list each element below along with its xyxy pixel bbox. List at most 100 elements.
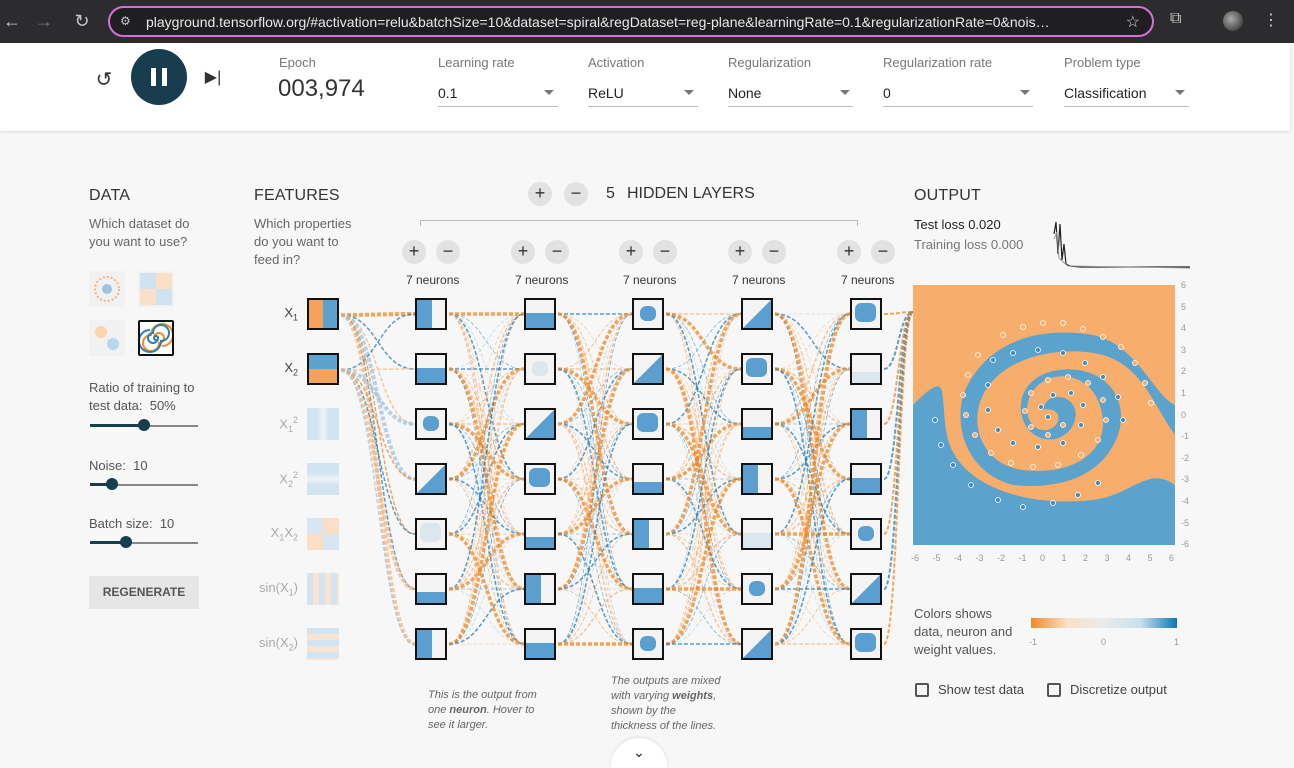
- y-tick: 4: [1181, 323, 1187, 334]
- hidden-layers-label: HIDDEN LAYERS: [627, 185, 755, 202]
- neuron[interactable]: [850, 353, 882, 385]
- neuron[interactable]: [741, 463, 773, 495]
- chevron-down-icon: ⌄: [633, 744, 645, 760]
- neuron[interactable]: [524, 353, 556, 385]
- neuron[interactable]: [850, 408, 882, 440]
- x-tick: 2: [1083, 553, 1089, 563]
- y-tick: -5: [1181, 517, 1190, 528]
- neuron[interactable]: [741, 298, 773, 330]
- training-loss: Training loss 0.000: [914, 237, 1024, 252]
- neuron[interactable]: [415, 628, 447, 660]
- neuron[interactable]: [850, 298, 882, 330]
- x-tick: 3: [1104, 553, 1110, 563]
- output-title: OUTPUT: [914, 187, 981, 204]
- neuron[interactable]: [524, 408, 556, 440]
- neuron[interactable]: [524, 518, 556, 550]
- layers-bracket: [420, 220, 858, 226]
- remove-neuron-button[interactable]: −: [545, 240, 569, 264]
- color-legend-gradient: [1031, 618, 1177, 628]
- neuron[interactable]: [741, 408, 773, 440]
- neuron-note: This is the output from one neuron. Hove…: [428, 689, 537, 731]
- x-tick: -2: [997, 553, 1006, 563]
- loss-curve-chart: [1053, 221, 1190, 269]
- neuron[interactable]: [741, 628, 773, 660]
- y-tick: 6: [1181, 280, 1187, 290]
- neuron[interactable]: [415, 408, 447, 440]
- add-neuron-button[interactable]: +: [619, 240, 643, 264]
- x-tick: 6: [1169, 553, 1175, 563]
- show-test-data-checkbox[interactable]: [915, 683, 929, 697]
- y-tick: 5: [1181, 301, 1187, 312]
- neuron[interactable]: [632, 628, 664, 660]
- training-loss-value: 0.000: [990, 237, 1024, 252]
- test-loss: Test loss 0.020: [914, 217, 1001, 232]
- neuron[interactable]: [850, 463, 882, 495]
- y-tick: -1: [1181, 431, 1190, 442]
- neuron[interactable]: [632, 298, 664, 330]
- x-tick: -6: [911, 553, 920, 563]
- layer-neuron-count: 7 neurons: [515, 273, 569, 287]
- y-tick: 1: [1181, 388, 1187, 398]
- y-tick: 3: [1181, 344, 1187, 355]
- x-tick: -4: [954, 553, 963, 563]
- neuron[interactable]: [524, 628, 556, 660]
- y-tick: 0: [1181, 409, 1187, 420]
- add-neuron-button[interactable]: +: [837, 240, 861, 264]
- remove-neuron-button[interactable]: −: [436, 240, 460, 264]
- neuron[interactable]: [632, 573, 664, 605]
- layer-neuron-count: 7 neurons: [732, 273, 786, 287]
- add-layer-button[interactable]: +: [528, 182, 552, 206]
- remove-layer-button[interactable]: −: [564, 182, 588, 206]
- add-neuron-button[interactable]: +: [728, 240, 752, 264]
- show-test-data-label: Show test data: [938, 682, 1024, 697]
- output-heatmap[interactable]: [913, 285, 1175, 545]
- y-tick: 2: [1181, 366, 1187, 377]
- add-neuron-button[interactable]: +: [511, 240, 535, 264]
- weights-note: The outputs are mixed with varying weigh…: [611, 675, 721, 732]
- layer-neuron-count: 7 neurons: [841, 273, 895, 287]
- x-tick: 1: [1061, 553, 1067, 563]
- remove-neuron-button[interactable]: −: [762, 240, 786, 264]
- x-tick: -3: [975, 553, 984, 563]
- y-tick: -3: [1181, 474, 1190, 485]
- neuron[interactable]: [415, 463, 447, 495]
- neuron[interactable]: [850, 518, 882, 550]
- neuron[interactable]: [524, 573, 556, 605]
- neuron[interactable]: [632, 518, 664, 550]
- neuron[interactable]: [415, 573, 447, 605]
- legend-tick-max: 1: [1174, 637, 1180, 647]
- x-tick: 5: [1147, 553, 1153, 563]
- add-neuron-button[interactable]: +: [402, 240, 426, 264]
- neuron[interactable]: [415, 518, 447, 550]
- discretize-output-checkbox[interactable]: [1047, 683, 1061, 697]
- layer-neuron-count: 7 neurons: [623, 273, 677, 287]
- neuron[interactable]: [741, 353, 773, 385]
- neuron[interactable]: [415, 298, 447, 330]
- neuron[interactable]: [741, 518, 773, 550]
- layer-neuron-count: 7 neurons: [406, 273, 460, 287]
- x-tick: 4: [1126, 553, 1132, 563]
- legend-tick-zero: 0: [1101, 637, 1107, 647]
- remove-neuron-button[interactable]: −: [653, 240, 677, 264]
- neuron[interactable]: [632, 408, 664, 440]
- neuron[interactable]: [632, 353, 664, 385]
- color-legend-text: Colors shows data, neuron and weight val…: [914, 606, 1013, 657]
- neuron[interactable]: [415, 353, 447, 385]
- y-tick: -2: [1181, 452, 1190, 463]
- test-loss-value: 0.020: [968, 217, 1001, 232]
- x-tick: 0: [1040, 553, 1046, 563]
- y-tick: -6: [1181, 539, 1190, 550]
- x-tick: -5: [932, 553, 941, 563]
- neuron[interactable]: [850, 573, 882, 605]
- neuron[interactable]: [632, 463, 664, 495]
- neuron[interactable]: [524, 298, 556, 330]
- neuron[interactable]: [850, 628, 882, 660]
- discretize-output-label: Discretize output: [1070, 682, 1167, 697]
- x-tick: -1: [1018, 553, 1027, 563]
- neuron[interactable]: [741, 573, 773, 605]
- legend-tick-min: -1: [1029, 637, 1038, 647]
- remove-neuron-button[interactable]: −: [871, 240, 895, 264]
- hidden-layers-count: 5: [606, 185, 615, 202]
- neuron[interactable]: [524, 463, 556, 495]
- y-tick: -4: [1181, 496, 1190, 506]
